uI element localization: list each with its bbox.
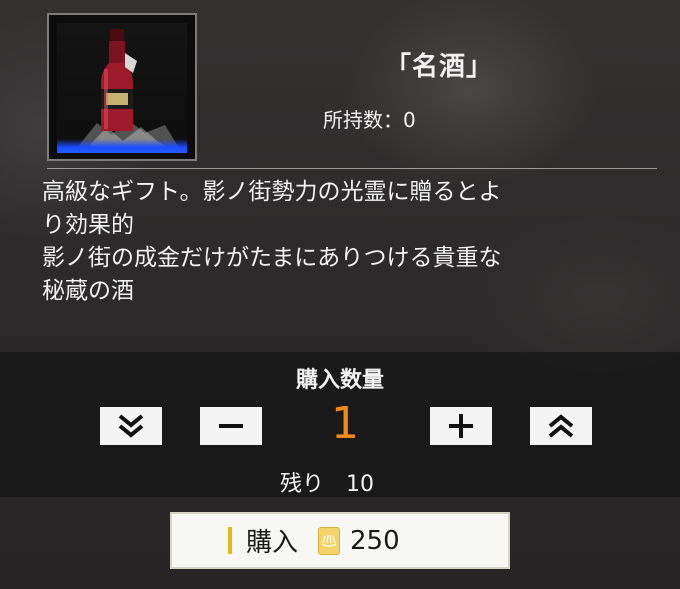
min-quantity-button[interactable] xyxy=(100,407,162,445)
price-value: 250 xyxy=(350,525,400,556)
coin-icon xyxy=(318,526,341,555)
remaining-label: 残り xyxy=(280,472,325,497)
decrease-quantity-button[interactable] xyxy=(200,407,262,445)
owned-count: 所持数：0 xyxy=(323,108,416,132)
accent-bar xyxy=(228,527,232,554)
description-line: 影ノ街の成金だけがたまにありつける貴重な xyxy=(42,245,502,271)
divider xyxy=(47,168,657,169)
item-name: 「名酒」 xyxy=(385,52,494,82)
wine-bottle-icon xyxy=(57,23,187,153)
chevron-double-down-icon xyxy=(116,411,146,441)
item-icon-frame xyxy=(47,13,197,161)
remaining-stock: 残り 10 xyxy=(280,466,374,498)
quantity-title: 購入数量 xyxy=(295,368,384,393)
item-description: 高級なギフト。影ノ街勢力の光霊に贈るとよ り効果的 影ノ街の成金だけがたまにあり… xyxy=(42,176,642,308)
minus-icon xyxy=(216,411,246,441)
remaining-value: 10 xyxy=(346,472,375,497)
quantity-value: 1 xyxy=(331,398,359,449)
plus-icon xyxy=(446,411,476,441)
description-line: り効果的 xyxy=(42,212,134,238)
description-line: 秘蔵の酒 xyxy=(42,278,134,304)
purchase-button[interactable]: 購入 250 xyxy=(170,512,510,569)
increase-quantity-button[interactable] xyxy=(430,407,492,445)
max-quantity-button[interactable] xyxy=(530,407,592,445)
chevron-double-up-icon xyxy=(546,411,576,441)
purchase-label: 購入 xyxy=(246,528,299,558)
description-line: 高級なギフト。影ノ街勢力の光霊に贈るとよ xyxy=(42,179,502,205)
